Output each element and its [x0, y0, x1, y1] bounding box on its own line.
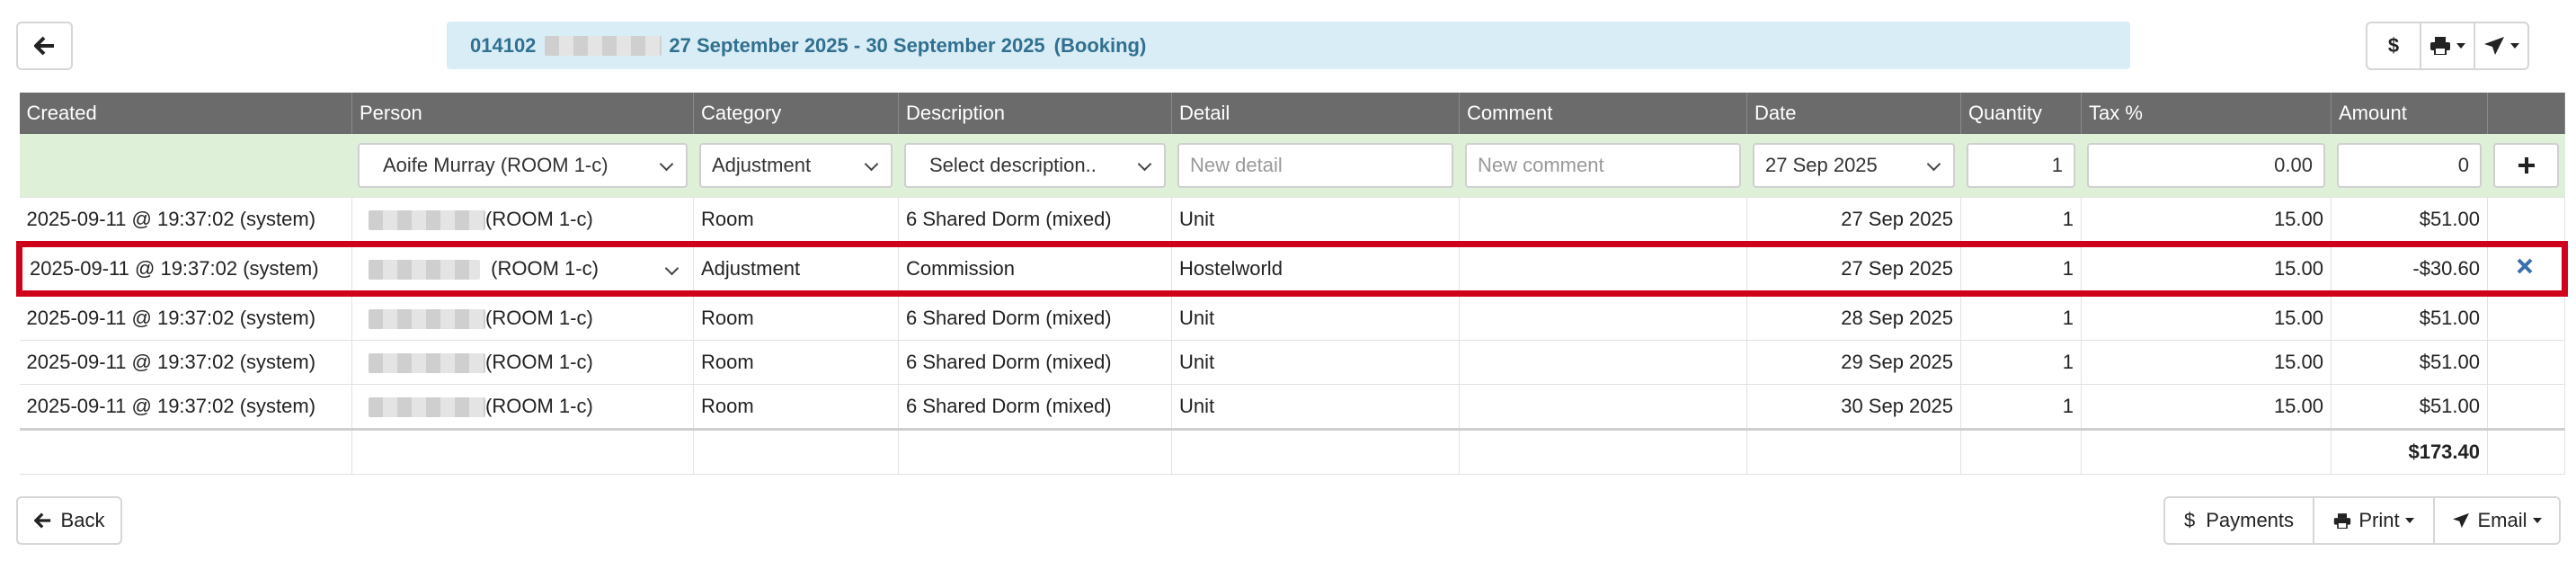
table-row[interactable]: 2025-09-11 @ 19:37:02 (system) (ROOM 1-c…	[19, 197, 2565, 245]
add-item-button[interactable]	[2493, 143, 2559, 188]
footer-toolbar: $ Payments Print Email	[2163, 496, 2561, 545]
arrow-left-icon	[33, 512, 50, 529]
col-date: Date	[1746, 93, 1961, 134]
booking-title-bar: 014102 27 September 2025 - 30 September …	[447, 22, 2130, 69]
payments-dollar-button[interactable]: $	[2366, 22, 2421, 70]
arrow-left-icon	[33, 36, 54, 56]
redacted-name	[369, 210, 485, 231]
quantity-input[interactable]: 1	[1967, 143, 2075, 188]
email-dropdown-button[interactable]	[2474, 22, 2529, 70]
redacted-name	[369, 353, 485, 374]
booking-date-range: 27 September 2025 - 30 September 2025	[669, 33, 1045, 57]
col-comment: Comment	[1459, 93, 1747, 134]
email-button[interactable]: Email	[2433, 496, 2561, 545]
chevron-down-icon	[2404, 518, 2414, 523]
send-icon	[2484, 37, 2504, 55]
redacted-name	[369, 309, 485, 330]
col-actions	[2487, 93, 2565, 134]
top-toolbar: $	[2366, 22, 2529, 70]
description-select[interactable]: Select description..	[904, 143, 1166, 188]
col-description: Description	[898, 93, 1172, 134]
dollar-icon: $	[2387, 34, 2400, 57]
print-button[interactable]: Print	[2313, 496, 2435, 545]
table-row[interactable]: 2025-09-11 @ 19:37:02 (system) (ROOM 1-c…	[19, 293, 2565, 341]
printer-icon	[2334, 512, 2351, 529]
redacted-name	[369, 397, 485, 418]
chevron-down-icon	[2510, 43, 2519, 49]
comment-input[interactable]: New comment	[1465, 143, 1741, 188]
tax-input[interactable]: 0.00	[2087, 143, 2325, 188]
table-header-row: Created Person Category Description Deta…	[19, 93, 2565, 134]
col-amount: Amount	[2331, 93, 2488, 134]
table-row[interactable]: 2025-09-11 @ 19:37:02 (system) (ROOM 1-c…	[19, 340, 2565, 385]
back-button[interactable]: Back	[16, 496, 122, 545]
redacted-name	[369, 260, 480, 280]
dollar-icon: $	[2183, 509, 2196, 531]
booking-id: 014102	[470, 33, 537, 57]
col-created: Created	[19, 93, 352, 134]
printer-icon	[2430, 37, 2450, 55]
col-tax: Tax %	[2081, 93, 2332, 134]
amount-input[interactable]: 0	[2337, 143, 2482, 188]
new-item-row: Aoife Murray (ROOM 1-c) Adjustment Selec…	[19, 134, 2565, 198]
col-quantity: Quantity	[1960, 93, 2082, 134]
col-person: Person	[351, 93, 694, 134]
table-row[interactable]: 2025-09-11 @ 19:37:02 (system) (ROOM 1-c…	[19, 384, 2565, 430]
chevron-down-icon	[2532, 518, 2542, 523]
back-arrow-button[interactable]	[16, 22, 73, 70]
detail-input[interactable]: New detail	[1177, 143, 1453, 188]
person-select[interactable]: Aoife Murray (ROOM 1-c)	[358, 143, 688, 188]
category-select[interactable]: Adjustment	[699, 143, 893, 188]
date-select[interactable]: 27 Sep 2025	[1753, 143, 1955, 188]
col-detail: Detail	[1171, 93, 1460, 134]
payments-button[interactable]: $ Payments	[2163, 496, 2314, 545]
booking-type: (Booking)	[1053, 33, 1147, 57]
transactions-table: Created Person Category Description Deta…	[16, 93, 2568, 475]
plus-icon	[2518, 157, 2535, 174]
redacted-name	[545, 35, 662, 56]
col-category: Category	[693, 93, 899, 134]
table-row-highlighted[interactable]: 2025-09-11 @ 19:37:02 (system) (ROOM 1-c…	[16, 241, 2568, 297]
chevron-down-icon	[2456, 43, 2465, 49]
total-row: $173.40	[19, 428, 2565, 475]
print-dropdown-button[interactable]	[2420, 22, 2475, 70]
send-icon	[2453, 512, 2470, 529]
delete-x-icon[interactable]	[2516, 257, 2534, 275]
chevron-down-icon[interactable]	[664, 261, 680, 276]
total-amount: $173.40	[2331, 428, 2488, 475]
